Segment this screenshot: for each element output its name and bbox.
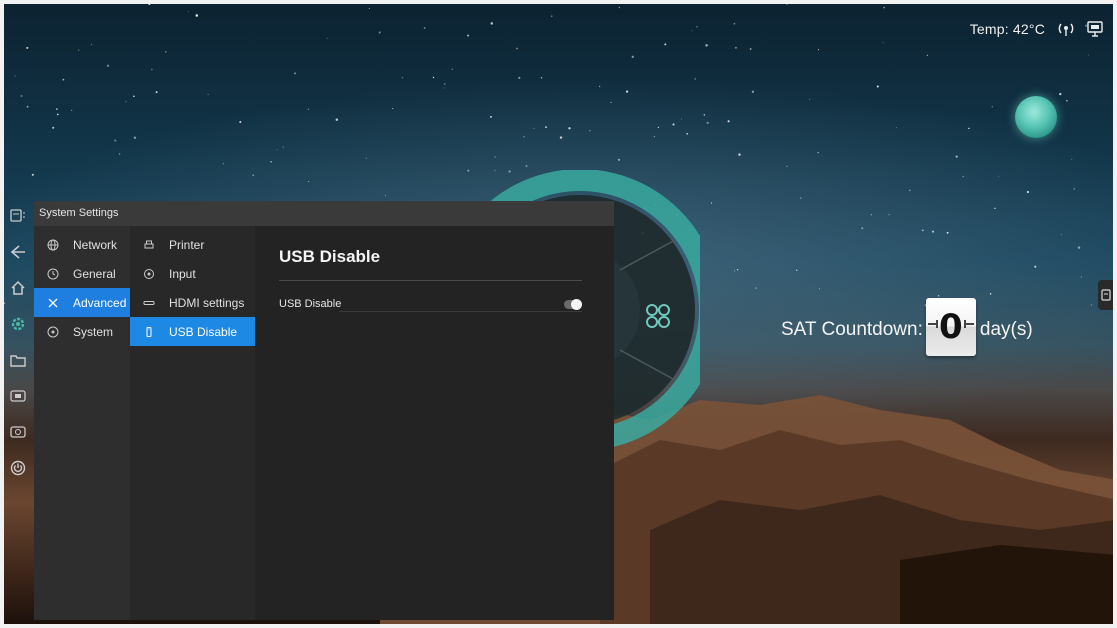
window-title: System Settings [34, 201, 614, 226]
temperature-readout: Temp: 42°C [969, 21, 1045, 37]
floating-menu-ball[interactable] [1015, 96, 1057, 138]
usb-icon [142, 325, 156, 339]
power-icon[interactable] [4, 450, 32, 486]
category-advanced[interactable]: Advanced [34, 288, 130, 317]
hdmi-icon [142, 296, 156, 310]
left-dock [4, 198, 32, 620]
settings-gear-icon[interactable] [4, 306, 32, 342]
category-system[interactable]: System [34, 317, 130, 346]
tools-icon [46, 296, 60, 310]
divider [339, 311, 582, 312]
subcategory-input[interactable]: Input [130, 259, 255, 288]
subcategory-label: Input [169, 266, 196, 281]
divider [279, 280, 582, 281]
clock-icon [46, 267, 60, 281]
category-list: Network General Advanced System [34, 226, 130, 620]
category-general[interactable]: General [34, 259, 130, 288]
home-icon[interactable] [4, 270, 32, 306]
subcategory-label: USB Disable [169, 324, 238, 339]
side-panel-icon [1100, 289, 1111, 301]
screen-menu-icon[interactable] [4, 198, 32, 234]
detail-pane: USB Disable USB Disable [255, 226, 614, 620]
category-network[interactable]: Network [34, 230, 130, 259]
detail-title: USB Disable [279, 247, 381, 266]
category-label: General [73, 266, 116, 281]
printer-icon [142, 238, 156, 252]
subcategory-list: Printer Input HDMI settings USB Disable [130, 226, 255, 620]
display-signal-icon[interactable] [1087, 21, 1103, 37]
usb-disable-toggle[interactable] [564, 298, 582, 310]
globe-icon [46, 238, 60, 252]
side-panel-handle[interactable] [1098, 280, 1113, 310]
countdown-label: SAT Countdown: [781, 319, 923, 340]
input-icon [142, 267, 156, 281]
countdown-value: 0 [939, 307, 963, 347]
source-icon[interactable] [4, 378, 32, 414]
wifi-hotspot-icon[interactable] [1057, 20, 1075, 38]
camera-icon[interactable] [4, 414, 32, 450]
category-label: System [73, 324, 114, 339]
subcategory-label: Printer [169, 237, 205, 252]
subcategory-hdmi-settings[interactable]: HDMI settings [130, 288, 255, 317]
subcategory-printer[interactable]: Printer [130, 230, 255, 259]
category-label: Network [73, 237, 118, 252]
countdown-unit: day(s) [979, 319, 1033, 340]
sat-countdown-widget: SAT Countdown: 0 day(s) [781, 290, 1033, 370]
info-circle-icon [46, 325, 60, 339]
subcategory-usb-disable[interactable]: USB Disable [130, 317, 255, 346]
countdown-flip-card: 0 [925, 298, 976, 356]
category-label: Advanced [73, 295, 127, 310]
back-icon[interactable] [4, 234, 32, 270]
setting-label: USB Disable [279, 298, 342, 310]
subcategory-label: HDMI settings [169, 295, 245, 310]
system-settings-window: System Settings Network General Advanced… [34, 201, 614, 620]
status-bar: Temp: 42°C [970, 18, 1103, 40]
folder-icon[interactable] [4, 342, 32, 378]
